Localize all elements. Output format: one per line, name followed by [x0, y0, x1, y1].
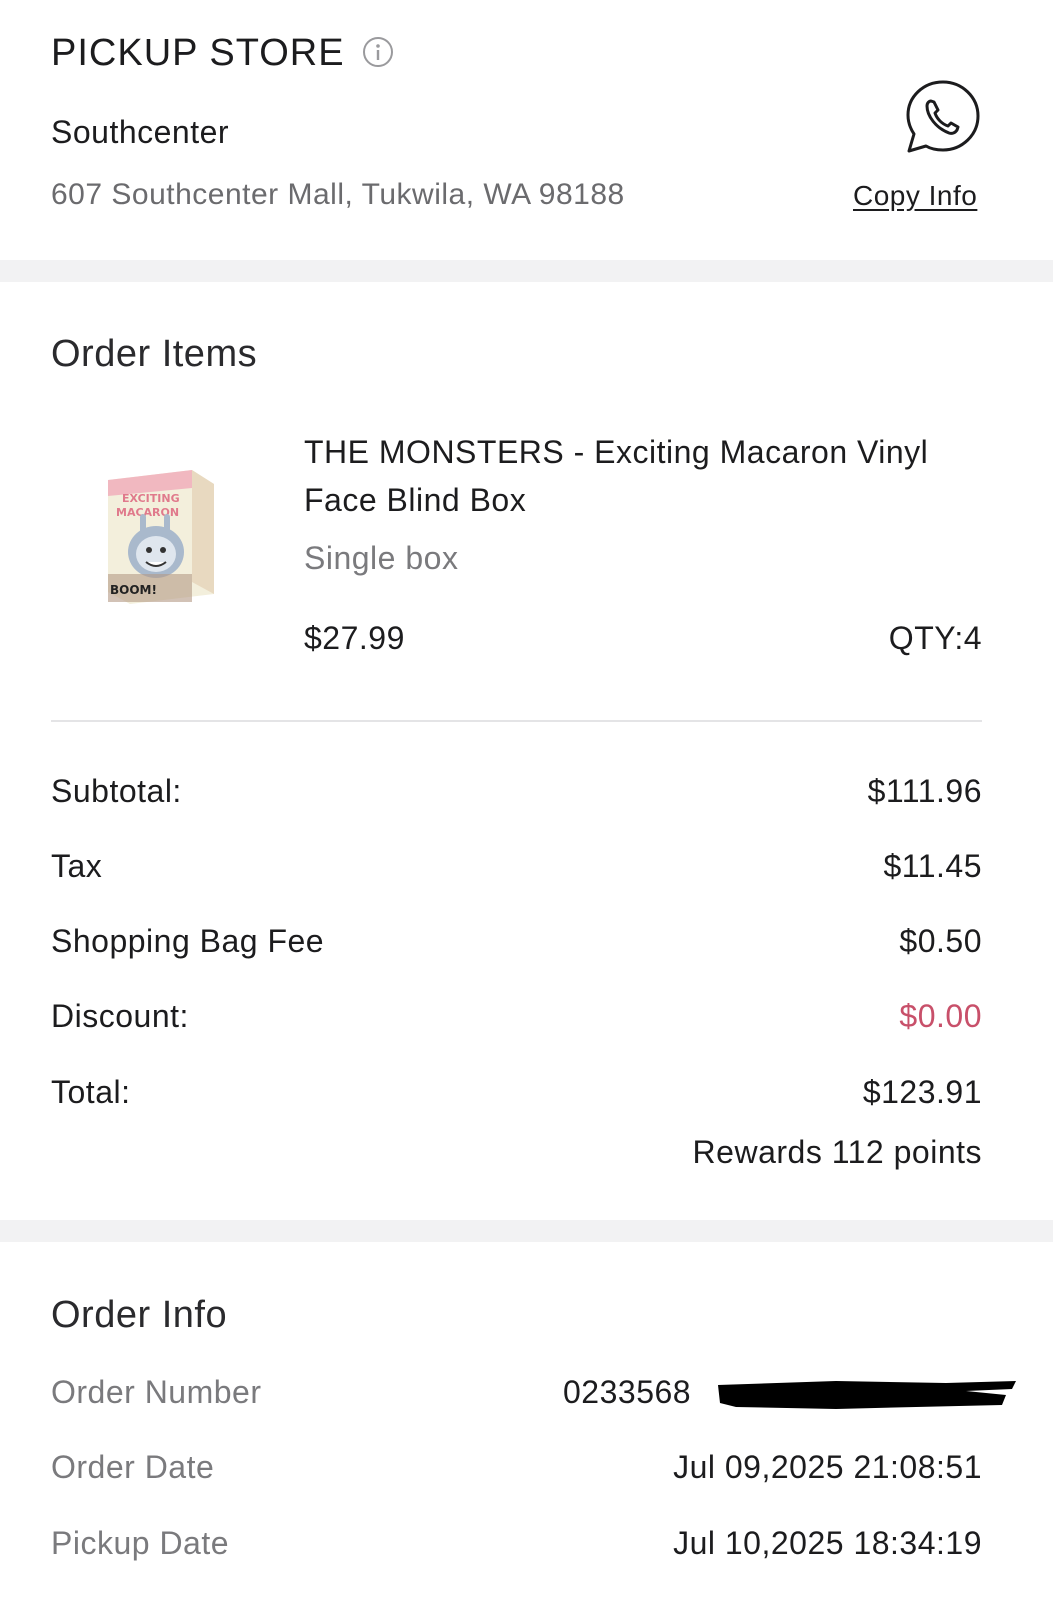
order-info-title: Order Info: [51, 1294, 228, 1336]
total-label: Total:: [51, 1074, 131, 1110]
product-variant: Single box: [304, 540, 459, 576]
section-divider: [0, 1220, 1053, 1242]
thumb-text-boom: BOOM!: [110, 583, 157, 597]
copy-info-link[interactable]: Copy Info: [853, 180, 977, 212]
tax-value: $11.45: [883, 848, 982, 884]
pickup-store-heading: PICKUP STORE: [51, 32, 345, 74]
items-summary-divider: [51, 720, 982, 722]
product-quantity: QTY:4: [888, 620, 982, 656]
total-row: Total: $123.91: [51, 1074, 982, 1114]
total-value: $123.91: [862, 1074, 982, 1110]
subtotal-label: Subtotal:: [51, 773, 182, 809]
pickup-date-row: Pickup Date Jul 10,2025 18:34:19: [51, 1525, 982, 1565]
thumb-text-exciting: EXCITING: [122, 492, 180, 505]
redaction-mark: [718, 1381, 1016, 1409]
bag-fee-value: $0.50: [899, 923, 982, 959]
subtotal-value: $111.96: [867, 773, 982, 809]
product-price: $27.99: [304, 620, 405, 656]
tax-row: Tax $11.45: [51, 848, 982, 888]
rewards-points: Rewards 112 points: [692, 1134, 982, 1170]
subtotal-row: Subtotal: $111.96: [51, 773, 982, 813]
section-divider: [0, 260, 1053, 282]
order-date-row: Order Date Jul 09,2025 21:08:51: [51, 1449, 982, 1489]
order-number-value[interactable]: 0233568: [563, 1374, 691, 1411]
bag-fee-label: Shopping Bag Fee: [51, 923, 325, 959]
whatsapp-icon[interactable]: [904, 78, 982, 156]
product-thumbnail[interactable]: EXCITING MACARON BOOM!: [100, 462, 222, 610]
order-number-label: Order Number: [51, 1374, 262, 1410]
pickup-date-value: Jul 10,2025 18:34:19: [673, 1525, 982, 1561]
info-icon[interactable]: [362, 36, 394, 68]
discount-row: Discount: $0.00: [51, 998, 982, 1038]
store-name: Southcenter: [51, 114, 230, 150]
order-date-value: Jul 09,2025 21:08:51: [673, 1449, 982, 1485]
order-date-label: Order Date: [51, 1449, 215, 1485]
product-name[interactable]: THE MONSTERS - Exciting Macaron Vinyl Fa…: [304, 428, 994, 524]
bag-fee-row: Shopping Bag Fee $0.50: [51, 923, 982, 963]
order-items-title: Order Items: [51, 333, 258, 375]
pickup-store-section: PICKUP STORE Southcenter 607 Southcenter…: [0, 0, 1053, 260]
discount-value: $0.00: [899, 998, 982, 1034]
tax-label: Tax: [51, 848, 103, 884]
pickup-date-label: Pickup Date: [51, 1525, 230, 1561]
discount-label: Discount:: [51, 998, 189, 1034]
store-address: 607 Southcenter Mall, Tukwila, WA 98188: [51, 178, 625, 211]
